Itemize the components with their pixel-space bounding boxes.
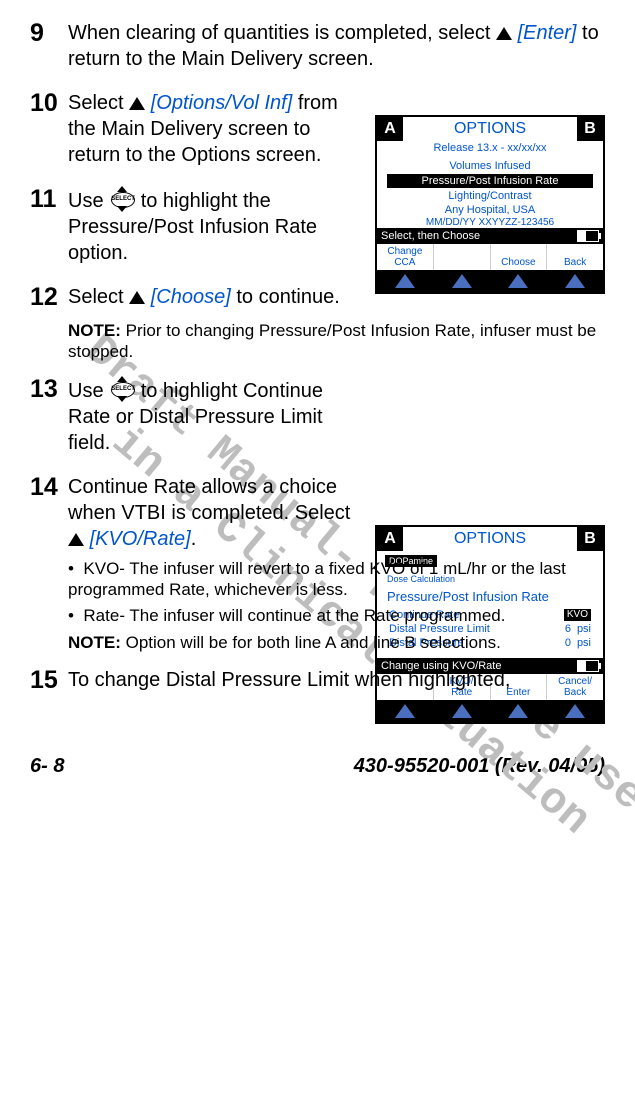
- step-15: 15 To change Distal Pressure Limit when …: [30, 667, 605, 695]
- bullet-text: KVO- The infuser will revert to a fixed …: [68, 559, 566, 599]
- step-text: Select: [68, 92, 129, 114]
- page-footer: 6- 8 430-95520-001 (Rev. 04/05): [0, 755, 635, 788]
- step-text: Continue Rate allows a choice when VTBI …: [68, 476, 350, 524]
- step-number: 13: [30, 376, 68, 456]
- step-12: 12 Select [Choose] to continue.: [30, 284, 605, 312]
- doc-revision: 430-95520-001 (Rev. 04/05): [354, 755, 605, 778]
- step-10: 10 Select [Options/Vol Inf] from the Mai…: [30, 90, 605, 168]
- softkey-ref-choose: [Choose]: [151, 286, 231, 308]
- triangle-up-icon: [129, 97, 145, 110]
- step-9: 9 When clearing of quantities is complet…: [30, 20, 605, 72]
- note-text: Prior to changing Pressure/Post Infusion…: [68, 321, 596, 361]
- step-number: 9: [30, 20, 68, 72]
- note-step-14: NOTE: Option will be for both line A and…: [68, 632, 605, 653]
- step-text: Use: [68, 380, 109, 402]
- step-number: 15: [30, 667, 68, 695]
- softkey-ref-enter: [Enter]: [518, 22, 577, 44]
- step-13: 13 Use SELECT to highlight Continue Rate…: [30, 376, 605, 456]
- page-number: 6- 8: [30, 755, 64, 778]
- step-11: 11 Use SELECT to highlight the Pressure/…: [30, 186, 605, 266]
- bullet-text: Rate- The infuser will continue at the R…: [83, 606, 505, 625]
- select-key-icon: SELECT: [109, 376, 135, 402]
- triangle-up-icon: [68, 533, 84, 546]
- step-14: 14 Continue Rate allows a choice when VT…: [30, 474, 605, 552]
- note-step-12: NOTE: Prior to changing Pressure/Post In…: [68, 320, 605, 363]
- step-text: To change Distal Pressure Limit when hig…: [68, 669, 510, 691]
- step-number: 14: [30, 474, 68, 552]
- step-text: Use: [68, 190, 109, 212]
- step-text: to continue.: [236, 286, 339, 308]
- note-text: Option will be for both line A and line …: [126, 633, 501, 652]
- period: .: [191, 528, 197, 550]
- step-number: 10: [30, 90, 68, 168]
- note-label: NOTE:: [68, 321, 121, 340]
- step-text: Select: [68, 286, 129, 308]
- bullet-kvo: • KVO- The infuser will revert to a fixe…: [68, 558, 605, 601]
- step-number: 12: [30, 284, 68, 312]
- triangle-up-icon: [129, 291, 145, 304]
- note-label: NOTE:: [68, 633, 121, 652]
- softkey-ref-options: [Options/Vol Inf]: [151, 92, 293, 114]
- step-text: When clearing of quantities is completed…: [68, 22, 496, 44]
- step-number: 11: [30, 186, 68, 266]
- bullet-rate: • Rate- The infuser will continue at the…: [68, 605, 605, 626]
- triangle-up-icon: [496, 27, 512, 40]
- softkey-ref-kvo-rate: [KVO/Rate]: [90, 528, 191, 550]
- select-key-icon: SELECT: [109, 186, 135, 212]
